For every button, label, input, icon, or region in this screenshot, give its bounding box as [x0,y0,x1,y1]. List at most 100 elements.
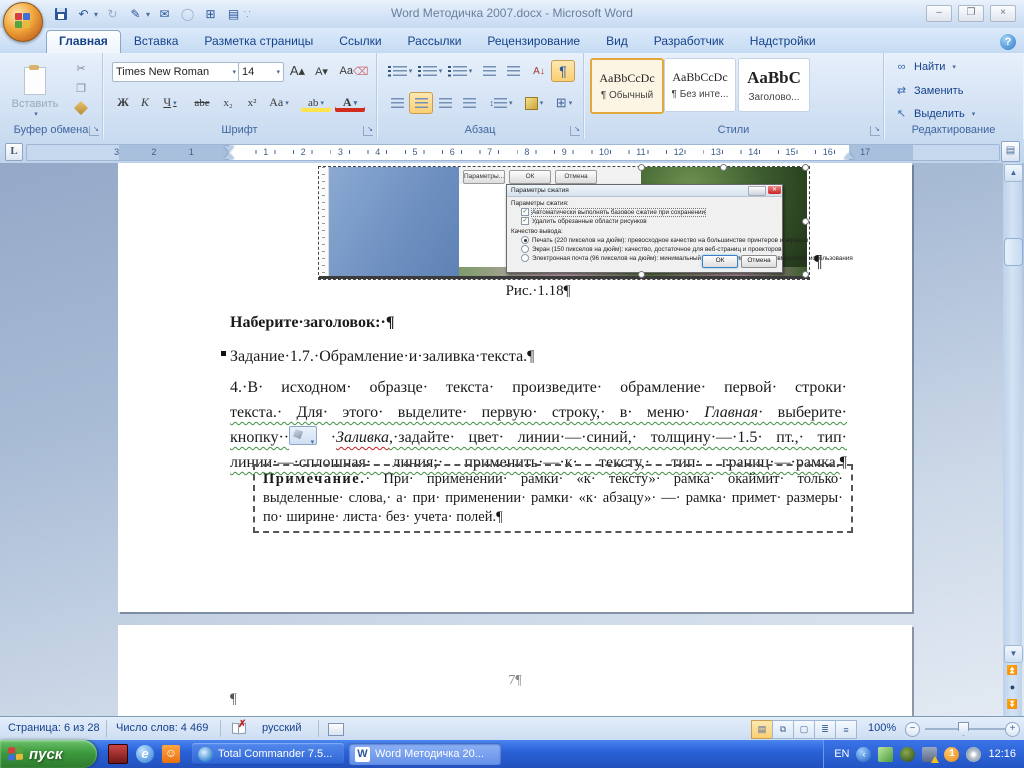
sort-button[interactable]: А↓ [527,60,551,82]
vertical-scrollbar[interactable]: ▲ ▼ ⏫ ● ⏬ [1003,163,1023,716]
show-marks-button[interactable]: ¶ [551,60,575,82]
subscript-button[interactable]: x₂ [216,92,240,113]
selection-handle[interactable] [802,218,809,225]
shrink-font-button[interactable]: A▾ [310,60,333,82]
macro-record-icon[interactable] [328,723,344,736]
taskbar-button-Word Методичка 20...[interactable]: W Word Методичка 20... [349,743,501,765]
antivirus-tray-icon[interactable] [900,746,916,762]
print-layout-view-button[interactable]: ▤ [751,720,773,739]
word-count[interactable]: Число слов: 4 469 [116,722,208,734]
circle-icon[interactable]: ◯ [179,6,196,23]
tab-Разметка страницы[interactable]: Разметка страницы [191,30,326,53]
bold-button[interactable]: Ж [112,92,134,113]
document-page-1[interactable]: Параметры... ОК Отмена Параметры сжатия ✕ … [118,163,912,612]
tab-Рецензирование[interactable]: Рецензирование [474,30,593,53]
multilevel-list-button[interactable]: ▾ [445,60,475,82]
qat-more-icon[interactable]: ⸪ [244,9,251,20]
tab-Надстройки[interactable]: Надстройки [737,30,829,53]
office-button[interactable] [3,2,43,42]
replace-button[interactable]: ⇄ Заменить [894,84,964,98]
table-icon[interactable]: ⊞ [202,6,219,23]
language-indicator[interactable]: русский [262,722,301,734]
styles-dialog-launcher[interactable]: ↘ [870,126,880,136]
internet-explorer-icon[interactable]: e [136,745,154,763]
restore-button[interactable]: ❐ [958,5,984,22]
disc-tray-icon[interactable] [966,746,982,762]
cut-button[interactable]: ✂ [70,59,92,77]
bullets-button[interactable]: ▾ [385,60,415,82]
chevron-down-icon[interactable]: ▾ [94,10,98,19]
help-icon[interactable]: ? [1000,34,1016,50]
alert-tray-icon[interactable] [922,746,940,763]
clipboard-dialog-launcher[interactable]: ↘ [89,126,99,136]
fullscreen-reading-view-button[interactable]: ⧉ [772,720,794,739]
previous-page-button[interactable]: ⏫ [1004,663,1021,679]
tab-Вид[interactable]: Вид [593,30,641,53]
selection-handle[interactable] [802,164,809,171]
tab-Рассылки[interactable]: Рассылки [395,30,475,53]
decrease-indent-button[interactable] [477,60,501,82]
justify-button[interactable] [457,92,481,114]
tab-Ссылки[interactable]: Ссылки [326,30,394,53]
mail-icon[interactable]: ✉ [156,6,173,23]
font-color-button[interactable]: А ▾ [334,92,366,113]
zoom-slider-thumb[interactable] [958,722,969,736]
save-icon[interactable] [52,6,69,23]
document-page-2[interactable]: 7¶ ¶ [118,625,912,716]
draft-view-button[interactable]: ≡ [835,720,857,739]
minimize-button[interactable]: – [926,5,952,22]
close-button[interactable]: × [990,5,1016,22]
paragraph-dialog-launcher[interactable]: ↘ [570,126,580,136]
selection-handle[interactable] [638,164,645,171]
drive-icon[interactable] [108,744,128,764]
font-dialog-launcher[interactable]: ↘ [363,126,373,136]
page-indicator[interactable]: Страница: 6 из 28 [8,722,100,734]
proofing-error-icon[interactable]: ✗ [232,719,247,735]
font-size-combo[interactable]: 14 ▾ [238,62,284,82]
tab-Главная[interactable]: Главная [46,30,121,53]
hide-icons-arrow-icon[interactable]: ‹ [856,746,872,762]
selection-handle[interactable] [638,271,645,278]
clear-formatting-button[interactable]: Аа ⌫ [339,60,368,82]
tab-selector[interactable]: L [5,143,23,161]
find-icon[interactable]: ✎ [127,6,144,23]
shading-button[interactable]: ▾ [519,92,549,114]
undo-icon[interactable]: ↶ [75,6,92,23]
scroll-up-button[interactable]: ▲ [1004,164,1023,182]
redo-icon[interactable]: ↻ [104,6,121,23]
italic-button[interactable]: К [134,92,156,113]
style-¶ Без инте...[interactable]: AaBbCcDc ¶ Без инте... [664,58,736,112]
paste-button[interactable]: Вставить ▾ [8,58,62,126]
view-ruler-toggle[interactable]: ▤ [1001,141,1020,162]
borders-button[interactable]: ⊞ ▾ [549,92,579,114]
line-spacing-button[interactable]: ↕ ▾ [485,92,517,114]
chevron-down-icon[interactable]: ▾ [146,10,150,19]
horizontal-ruler[interactable]: 3 2 1 1 2 3 4 5 6 7 8 9 10 11 12 13 14 15 16 17 [26,144,1000,161]
superscript-button[interactable]: x² [240,92,264,113]
underline-button[interactable]: Ч ▾ [156,92,184,113]
numbering-button[interactable]: ▾ [415,60,445,82]
stamp-icon[interactable]: ▤ [225,6,242,23]
hanging-indent-marker[interactable] [224,153,234,159]
align-center-button[interactable] [409,92,433,114]
change-case-button[interactable]: Aa ▾ [264,92,294,113]
selection-handle[interactable] [802,271,809,278]
web-layout-view-button[interactable]: ▢ [793,720,815,739]
taskbar-button-Total Commander 7.5...[interactable]: Total Commander 7.5... [192,743,344,765]
zoom-in-button[interactable]: + [1005,722,1020,737]
clock[interactable]: 12:16 [988,748,1016,760]
find-button[interactable]: ∞ Найти ▾ [894,61,956,73]
zoom-out-button[interactable]: − [905,722,920,737]
select-button[interactable]: ↖ Выделить ▾ [894,107,975,121]
scrollbar-thumb[interactable] [1004,238,1023,266]
style-¶ Обычный[interactable]: AaBbCcDc ¶ Обычный [590,58,664,114]
copy-button[interactable]: ❐ [70,79,92,97]
selection-handle[interactable] [720,164,727,171]
format-painter-button[interactable] [70,99,92,117]
first-line-indent-marker[interactable] [224,146,234,152]
strikethrough-button[interactable]: abe [188,92,216,113]
start-button[interactable]: пуск [0,740,97,768]
language-bar[interactable]: EN [834,748,849,760]
scroll-down-button[interactable]: ▼ [1004,645,1023,663]
tab-Вставка[interactable]: Вставка [121,30,192,53]
